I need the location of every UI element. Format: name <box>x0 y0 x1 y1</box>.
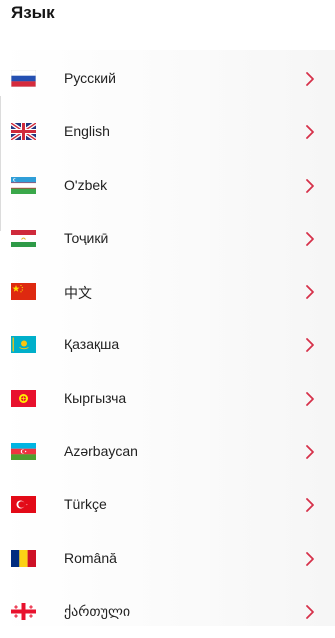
chevron-right-icon <box>305 231 315 247</box>
language-item-en[interactable]: English <box>0 105 335 158</box>
tajikistan-flag-icon <box>11 230 36 247</box>
language-label: O'zbek <box>64 177 108 193</box>
chevron-right-icon <box>305 178 315 194</box>
language-item-uz[interactable]: O'zbek <box>0 159 335 212</box>
language-label: Türkçe <box>64 496 107 512</box>
kazakhstan-flag-icon <box>11 336 36 353</box>
uk-flag-icon <box>11 123 36 140</box>
language-label: English <box>64 123 110 139</box>
language-item-ka[interactable]: ქართული <box>0 585 335 638</box>
turkey-flag-icon <box>11 496 36 513</box>
chevron-right-icon <box>305 551 315 567</box>
language-item-ky[interactable]: Кыргызча <box>0 372 335 425</box>
chevron-right-icon <box>305 71 315 87</box>
language-item-ru[interactable]: Русский <box>0 52 335 105</box>
azerbaijan-flag-icon <box>11 443 36 460</box>
chevron-right-icon <box>305 497 315 513</box>
georgia-flag-icon <box>11 603 36 620</box>
chevron-right-icon <box>305 337 315 353</box>
language-label: Қазақша <box>64 336 120 352</box>
language-label: Тоҷикӣ <box>64 230 109 246</box>
chevron-right-icon <box>305 391 315 407</box>
language-item-zh[interactable]: 中文 <box>0 265 335 318</box>
language-label: Русский <box>64 70 116 86</box>
chevron-right-icon <box>305 604 315 620</box>
chevron-right-icon <box>305 444 315 460</box>
language-label: 中文 <box>64 285 92 301</box>
romania-flag-icon <box>11 550 36 567</box>
chevron-right-icon <box>305 124 315 140</box>
language-item-az[interactable]: Azərbaycan <box>0 425 335 478</box>
language-item-ro[interactable]: Română <box>0 532 335 585</box>
china-flag-icon <box>11 283 36 300</box>
language-item-tg[interactable]: Тоҷикӣ <box>0 212 335 265</box>
chevron-right-icon <box>305 284 315 300</box>
language-item-tr[interactable]: Türkçe <box>0 478 335 531</box>
uzbekistan-flag-icon <box>11 177 36 194</box>
language-label: Azərbaycan <box>64 443 138 459</box>
language-label: Кыргызча <box>64 390 127 406</box>
kyrgyzstan-flag-icon <box>11 390 36 407</box>
language-label: ქართული <box>64 603 131 619</box>
russia-flag-icon <box>11 70 36 87</box>
page-title: Язык <box>11 3 55 22</box>
language-item-kk[interactable]: Қазақша <box>0 318 335 371</box>
language-label: Română <box>64 550 117 566</box>
